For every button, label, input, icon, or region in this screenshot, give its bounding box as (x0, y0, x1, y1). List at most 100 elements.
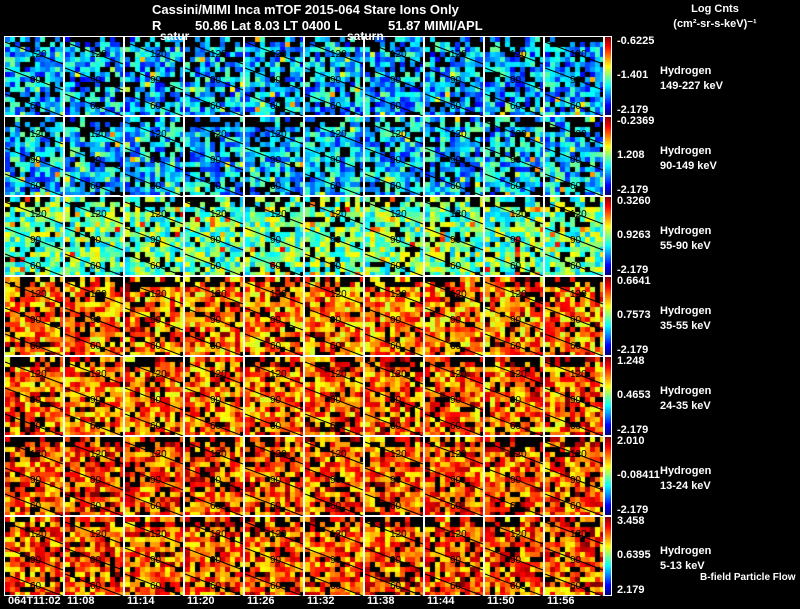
contour-label: 60 (270, 501, 282, 512)
contour-label: 60 (570, 581, 582, 592)
contour-label: 90 (210, 555, 222, 566)
contour-label: 120 (330, 369, 347, 380)
colorbar-mid-label: -1.401 (617, 69, 649, 81)
contour-label: 90 (510, 315, 522, 326)
colorbar (604, 116, 612, 196)
contour-label: 90 (570, 475, 582, 486)
contour-label: 90 (90, 315, 102, 326)
contour-label: 90 (510, 235, 522, 246)
contour-label: 120 (390, 369, 407, 380)
contour-label: 90 (330, 475, 342, 486)
contour-label: 60 (390, 101, 402, 112)
instrument-info: 51.87 MIMI/APL (388, 18, 483, 33)
colorbar (604, 516, 612, 596)
energy-range-label: 13-24 keV (660, 480, 711, 492)
contour-label: 120 (210, 289, 227, 300)
contour-label: 90 (450, 555, 462, 566)
contour-label: 90 (30, 395, 42, 406)
contour-label: 120 (450, 449, 467, 460)
contour-label: 90 (450, 155, 462, 166)
contour-label: 60 (330, 341, 342, 352)
contour-label: 90 (90, 75, 102, 86)
contour-label: 60 (30, 181, 42, 192)
contour-label: 120 (270, 529, 287, 540)
contour-label: 90 (390, 555, 402, 566)
contour-label: 120 (30, 49, 47, 60)
contour-label: 90 (270, 395, 282, 406)
contour-label: 60 (330, 501, 342, 512)
colorbar-max-label: -0.6225 (617, 35, 655, 47)
contour-label: 90 (330, 555, 342, 566)
contour-label: 120 (210, 369, 227, 380)
contour-label: 90 (210, 235, 222, 246)
species-label: Hydrogen (660, 545, 712, 557)
contour-label: 90 (390, 395, 402, 406)
time-tick-label: 11:38 (367, 595, 395, 607)
pitch-angle-contours: 120 120 120 120 120 120 120 120 120 120 90 90 90 90 90… (4, 41, 604, 116)
contour-label: 120 (150, 289, 167, 300)
energy-range-label: 5-13 keV (660, 560, 705, 572)
pitch-angle-contours: 120 120 120 120 120 120 120 120 120 120 90 90 90 90 90… (4, 441, 604, 516)
contour-label: 60 (570, 181, 582, 192)
contour-label: 60 (570, 101, 582, 112)
time-tick-label: 11:26 (247, 595, 275, 607)
contour-label: 120 (30, 529, 47, 540)
contour-label: 60 (330, 581, 342, 592)
contour-label: 120 (270, 289, 287, 300)
colorbar-max-label: -0.2369 (617, 115, 655, 127)
contour-label: 120 (450, 529, 467, 540)
contour-label: 60 (90, 421, 102, 432)
contour-label: 60 (30, 261, 42, 272)
contour-label: 90 (210, 315, 222, 326)
contour-label: 120 (270, 449, 287, 460)
contour-label: 120 (90, 209, 107, 220)
contour-label: 90 (390, 475, 402, 486)
time-tick-label: 11:08 (67, 595, 95, 607)
contour-label: 60 (450, 101, 462, 112)
contour-label: 60 (90, 261, 102, 272)
contour-label: 120 (390, 289, 407, 300)
contour-label: 60 (270, 421, 282, 432)
contour-label: 120 (570, 369, 587, 380)
contour-label: 120 (150, 209, 167, 220)
contour-label: 60 (570, 501, 582, 512)
contour-label: 120 (210, 209, 227, 220)
colorbar-max-label: 3.458 (617, 515, 645, 527)
colorbar (604, 196, 612, 276)
contour-label: 90 (270, 155, 282, 166)
contour-label: 90 (210, 155, 222, 166)
contour-label: 60 (150, 581, 162, 592)
contour-label: 60 (90, 181, 102, 192)
units-title: Log Cnts (691, 3, 739, 15)
contour-label: 120 (150, 369, 167, 380)
colorbar-min-label: 2.179 (617, 584, 645, 596)
contour-label: 60 (270, 341, 282, 352)
contour-label: 90 (90, 235, 102, 246)
contour-label: 120 (90, 289, 107, 300)
contour-label: 90 (30, 555, 42, 566)
contour-label: 120 (390, 209, 407, 220)
colorbar-mid-label: 0.6395 (617, 549, 651, 561)
contour-label: 60 (270, 101, 282, 112)
colorbar-mid-label: -0.08411 (617, 469, 660, 481)
species-label: Hydrogen (660, 65, 712, 77)
contour-label: 120 (510, 49, 527, 60)
contour-label: 60 (210, 501, 222, 512)
contour-label: 90 (510, 555, 522, 566)
contour-label: 60 (270, 581, 282, 592)
energy-row: 120 120 120 120 120 120 120 120 120 120 90 90 90 90 90… (4, 356, 604, 436)
colorbar (604, 36, 612, 116)
colorbar-max-label: 2.010 (617, 435, 645, 447)
plot-title: Cassini/MIMI Inca mTOF 2015-064 Stare Io… (152, 2, 459, 17)
contour-label: 90 (30, 235, 42, 246)
contour-label: 60 (450, 261, 462, 272)
contour-label: 120 (390, 449, 407, 460)
contour-label: 120 (450, 129, 467, 140)
contour-label: 120 (150, 529, 167, 540)
contour-label: 120 (510, 529, 527, 540)
contour-label: 90 (270, 315, 282, 326)
contour-label: 120 (450, 209, 467, 220)
contour-label: 120 (90, 369, 107, 380)
contour-label: 60 (150, 341, 162, 352)
species-label: Hydrogen (660, 145, 712, 157)
